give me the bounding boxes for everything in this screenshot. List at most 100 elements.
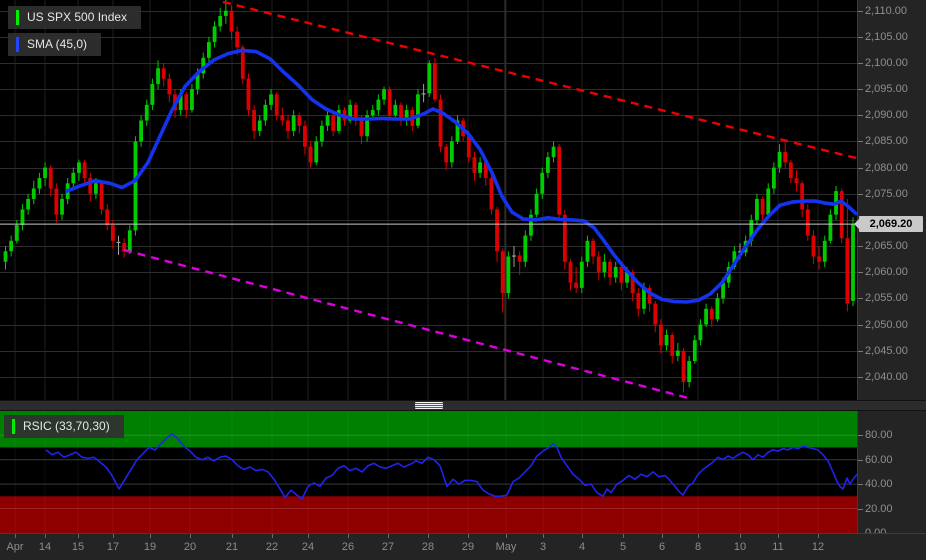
time-label: 19	[143, 541, 157, 553]
last-price-badge: 2,069.20	[854, 216, 923, 233]
axis-tick	[858, 460, 863, 461]
time-tick	[308, 534, 309, 538]
time-tick	[348, 534, 349, 538]
time-label: May	[495, 541, 517, 553]
legend-rsi-label: RSIC (33,70,30)	[23, 419, 110, 433]
time-axis[interactable]: Apr 14 15 17 19 20 21 22 24 26 27 28 29 May 3 4 5 6 8 10 11 1…	[0, 533, 926, 560]
time-tick	[272, 534, 273, 538]
time-label: 17	[106, 541, 120, 553]
time-label: 14	[38, 541, 52, 553]
axis-label: 2,105.00	[865, 31, 908, 43]
time-label: 21	[225, 541, 239, 553]
time-tick	[506, 534, 507, 538]
axis-label: 60.00	[865, 454, 893, 466]
time-tick	[582, 534, 583, 538]
chart-window: US SPX 500 Index SMA (45,0) 2,069.20 2,1…	[0, 0, 926, 560]
divider-handle-icon[interactable]	[415, 402, 443, 409]
time-tick	[778, 534, 779, 538]
legend-symbol[interactable]: US SPX 500 Index	[8, 6, 142, 29]
series-color-bar-icon	[16, 37, 19, 52]
axis-tick	[858, 298, 863, 299]
time-tick	[623, 534, 624, 538]
time-label: 24	[301, 541, 315, 553]
time-label: 4	[578, 541, 586, 553]
time-tick	[150, 534, 151, 538]
axis-label: 2,080.00	[865, 162, 908, 174]
panel-divider	[0, 400, 926, 411]
rsi-panel[interactable]	[0, 411, 857, 533]
legend-symbol-label: US SPX 500 Index	[27, 10, 128, 24]
axis-label: 2,060.00	[865, 266, 908, 278]
axis-label: 2,040.00	[865, 371, 908, 383]
legend-sma-label: SMA (45,0)	[27, 37, 88, 51]
time-tick	[818, 534, 819, 538]
main-chart-canvas[interactable]	[0, 0, 857, 400]
time-tick	[428, 534, 429, 538]
time-tick	[662, 534, 663, 538]
axis-label: 2,085.00	[865, 135, 908, 147]
axis-tick	[858, 141, 863, 142]
axis-label: 2,100.00	[865, 57, 908, 69]
time-label: 3	[539, 541, 547, 553]
axis-tick	[858, 11, 863, 12]
legend-sma[interactable]: SMA (45,0)	[8, 33, 102, 56]
time-label: 12	[811, 541, 825, 553]
axis-tick	[858, 509, 863, 510]
series-color-bar-icon	[12, 419, 15, 434]
time-label: 6	[658, 541, 666, 553]
axis-label: 2,090.00	[865, 109, 908, 121]
axis-tick	[858, 435, 863, 436]
time-tick	[45, 534, 46, 538]
time-tick	[78, 534, 79, 538]
axis-tick	[858, 325, 863, 326]
time-tick	[232, 534, 233, 538]
time-label: 10	[733, 541, 747, 553]
axis-tick	[858, 168, 863, 169]
time-tick	[698, 534, 699, 538]
axis-label: 2,065.00	[865, 240, 908, 252]
axis-tick	[858, 194, 863, 195]
main-chart-area[interactable]: US SPX 500 Index SMA (45,0)	[0, 0, 857, 400]
axis-tick	[858, 351, 863, 352]
time-tick	[468, 534, 469, 538]
price-axis[interactable]: 2,069.20 2,110.00 2,105.00 2,100.00 2,095.0…	[854, 0, 926, 539]
axis-tick	[858, 272, 863, 273]
axis-tick	[858, 484, 863, 485]
time-tick	[15, 534, 16, 538]
badge-arrow-icon	[854, 219, 859, 230]
axis-label: 2,095.00	[865, 83, 908, 95]
axis-tick	[858, 246, 863, 247]
series-color-bar-icon	[16, 10, 19, 25]
axis-tick	[858, 377, 863, 378]
axis-tick	[858, 37, 863, 38]
axis-label: 2,075.00	[865, 188, 908, 200]
time-label: Apr	[6, 541, 24, 553]
axis-label: 2,110.00	[865, 5, 908, 17]
axis-label: 2,055.00	[865, 292, 908, 304]
time-tick	[543, 534, 544, 538]
time-label: 20	[183, 541, 197, 553]
last-price-value: 2,069.20	[869, 218, 913, 231]
time-tick	[388, 534, 389, 538]
axis-label: 40.00	[865, 478, 893, 490]
time-label: 27	[381, 541, 395, 553]
axis-label: 80.00	[865, 429, 893, 441]
time-tick	[190, 534, 191, 538]
time-label: 26	[341, 541, 355, 553]
time-label: 11	[772, 541, 784, 553]
time-label: 29	[461, 541, 475, 553]
time-label: 15	[71, 541, 85, 553]
time-label: 22	[265, 541, 279, 553]
axis-label: 20.00	[865, 503, 893, 515]
time-tick	[740, 534, 741, 538]
axis-label: 2,045.00	[865, 345, 908, 357]
rsi-chart-canvas[interactable]	[0, 411, 857, 533]
axis-label: 2,050.00	[865, 319, 908, 331]
axis-tick	[858, 115, 863, 116]
axis-tick	[858, 63, 863, 64]
time-label: 28	[421, 541, 435, 553]
time-label: 5	[619, 541, 627, 553]
legend-rsi[interactable]: RSIC (33,70,30)	[4, 415, 124, 438]
time-label: 8	[694, 541, 702, 553]
axis-tick	[858, 89, 863, 90]
